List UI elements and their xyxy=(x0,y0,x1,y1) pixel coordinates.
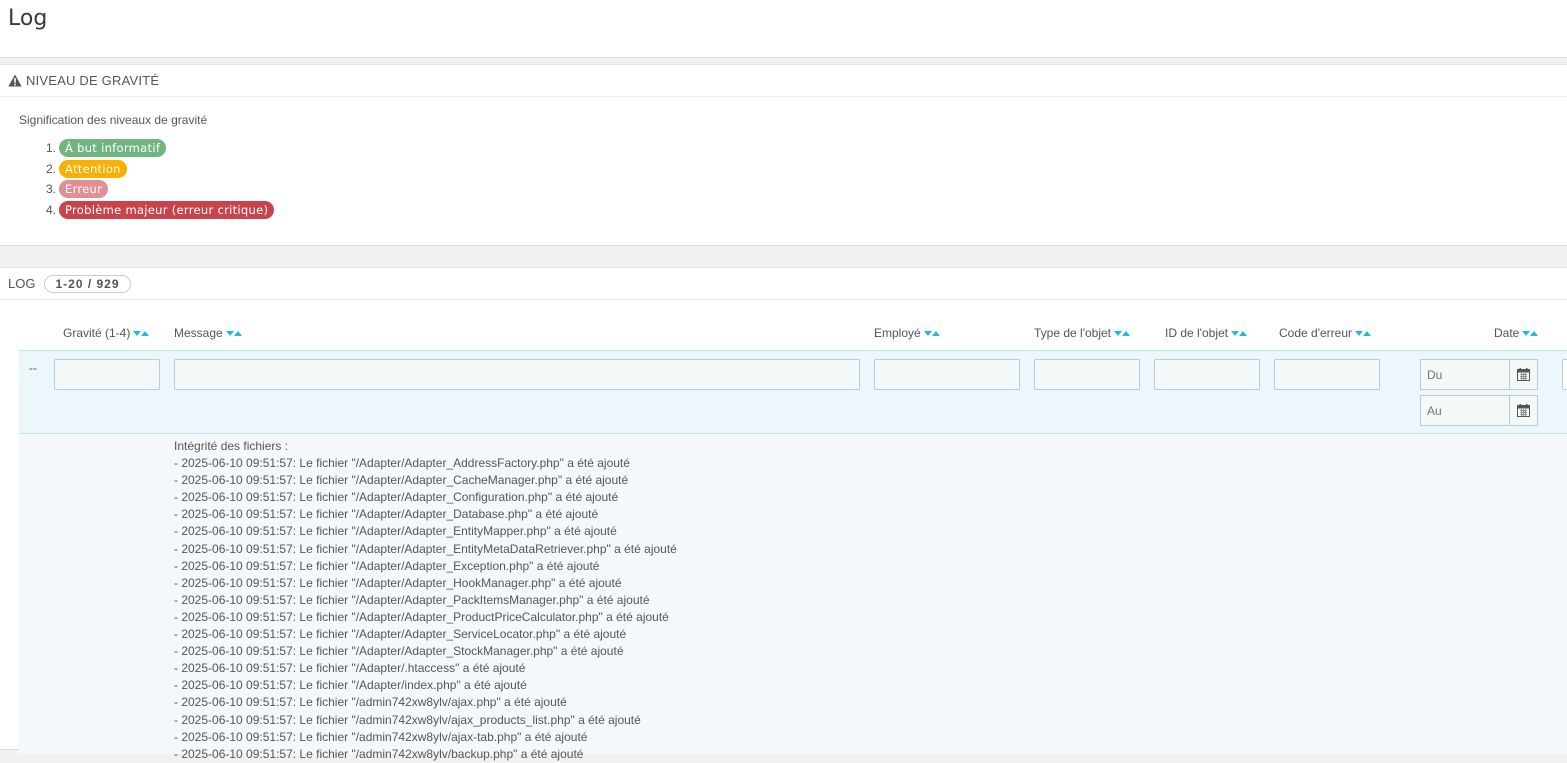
log-panel: LOG 1-20 / 929 Gravité (1-4) Message Emp… xyxy=(0,267,1567,761)
message-line: - 2025-06-10 09:51:57: Le fichier "/Adap… xyxy=(174,541,677,556)
date-from-field xyxy=(1420,359,1538,390)
column-header-object-id[interactable]: ID de l'objet xyxy=(1165,326,1247,340)
column-label: Date xyxy=(1494,326,1520,340)
column-header-object-type[interactable]: Type de l'objet xyxy=(1034,326,1131,340)
filter-object-id-input[interactable] xyxy=(1154,359,1260,390)
column-label: Gravité (1-4) xyxy=(63,326,131,340)
sort-arrows-icon[interactable] xyxy=(225,330,242,336)
column-label: Type de l'objet xyxy=(1034,326,1112,340)
filter-row: -- xyxy=(19,350,1567,434)
severity-level-3: 3. Erreur xyxy=(46,179,274,200)
severity-panel-title: NIVEAU DE GRAVITÉ xyxy=(26,73,160,88)
level-number: 1. xyxy=(46,141,57,156)
column-header-employee[interactable]: Employé xyxy=(874,326,940,340)
column-label: ID de l'objet xyxy=(1165,326,1228,340)
message-line: - 2025-06-10 09:51:57: Le fichier "/Adap… xyxy=(174,507,599,522)
column-header-error-code[interactable]: Code d'erreur xyxy=(1279,326,1371,340)
sort-arrows-icon[interactable] xyxy=(133,330,150,336)
column-label: Employé xyxy=(874,326,921,340)
message-line: - 2025-06-10 09:51:57: Le fichier "/admi… xyxy=(174,695,567,710)
sort-arrows-icon[interactable] xyxy=(1114,330,1131,336)
message-line: - 2025-06-10 09:51:57: Le fichier "/admi… xyxy=(174,729,588,744)
message-line: Intégrité des fichiers : xyxy=(174,439,289,453)
message-line: - 2025-06-10 09:51:57: Le fichier "/Adap… xyxy=(174,558,600,573)
message-line: - 2025-06-10 09:51:57: Le fichier "/admi… xyxy=(174,712,641,727)
message-line: - 2025-06-10 09:51:57: Le fichier "/Adap… xyxy=(174,644,624,659)
severity-badge-error: Erreur xyxy=(59,180,109,199)
severity-panel-heading: NIVEAU DE GRAVITÉ xyxy=(0,65,1567,97)
date-from-input[interactable] xyxy=(1420,359,1509,390)
level-number: 2. xyxy=(46,161,57,176)
table-row[interactable]: Intégrité des fichiers : - 2025-06-10 09… xyxy=(19,434,1567,761)
message-line: - 2025-06-10 09:51:57: Le fichier "/Adap… xyxy=(174,473,629,488)
filter-message-input[interactable] xyxy=(174,359,860,390)
calendar-icon[interactable] xyxy=(1509,395,1538,426)
column-header-severity[interactable]: Gravité (1-4) xyxy=(63,326,150,340)
sort-arrows-icon[interactable] xyxy=(1355,330,1371,336)
severity-intro: Signification des niveaux de gravité xyxy=(19,113,208,127)
sort-arrows-icon[interactable] xyxy=(1522,330,1539,336)
log-message-cell: Intégrité des fichiers : - 2025-06-10 09… xyxy=(174,438,677,763)
severity-badge-critical: Problème majeur (erreur critique) xyxy=(59,200,275,219)
filter-error-code-input[interactable] xyxy=(1274,359,1380,390)
filter-severity-input[interactable] xyxy=(54,359,160,390)
message-line: - 2025-06-10 09:51:57: Le fichier "/Adap… xyxy=(174,456,630,471)
message-line: - 2025-06-10 09:51:57: Le fichier "/Adap… xyxy=(174,678,527,693)
message-line: - 2025-06-10 09:51:57: Le fichier "/admi… xyxy=(174,746,584,761)
page-title: Log xyxy=(8,6,48,31)
severity-levels-list: 1. À but informatif 2. Attention 3. Erre… xyxy=(46,138,275,221)
message-line: - 2025-06-10 09:51:57: Le fichier "/Adap… xyxy=(174,627,627,642)
message-line: - 2025-06-10 09:51:57: Le fichier "/Adap… xyxy=(174,575,622,590)
severity-level-1: 1. À but informatif xyxy=(46,138,274,159)
message-line: - 2025-06-10 09:51:57: Le fichier "/Adap… xyxy=(174,490,619,505)
filter-object-type-input[interactable] xyxy=(1034,359,1140,390)
message-line: - 2025-06-10 09:51:57: Le fichier "/Adap… xyxy=(174,524,617,539)
message-line: - 2025-06-10 09:51:57: Le fichier "/Adap… xyxy=(174,661,526,676)
bulk-select-placeholder: -- xyxy=(29,361,37,375)
log-panel-title: LOG xyxy=(8,276,36,291)
log-count-badge: 1-20 / 929 xyxy=(44,274,131,293)
column-label: Code d'erreur xyxy=(1279,326,1352,340)
column-header-message[interactable]: Message xyxy=(174,326,242,340)
message-line: - 2025-06-10 09:51:57: Le fichier "/Adap… xyxy=(174,609,669,624)
column-header-date[interactable]: Date xyxy=(1494,326,1539,340)
sort-arrows-icon[interactable] xyxy=(1231,330,1247,336)
log-panel-heading: LOG 1-20 / 929 xyxy=(0,268,1567,300)
date-to-field xyxy=(1420,395,1538,426)
severity-level-2: 2. Attention xyxy=(46,159,274,180)
severity-badge-warning: Attention xyxy=(59,159,127,178)
level-number: 4. xyxy=(46,202,57,217)
severity-badge-info: À but informatif xyxy=(59,139,167,158)
severity-panel: NIVEAU DE GRAVITÉ Signification des nive… xyxy=(0,64,1567,246)
sort-arrows-icon[interactable] xyxy=(923,330,940,336)
filter-search-button[interactable] xyxy=(1562,359,1567,390)
column-label: Message xyxy=(174,326,223,340)
calendar-icon[interactable] xyxy=(1509,359,1538,390)
filter-employee-input[interactable] xyxy=(874,359,1020,390)
page-header: Log xyxy=(0,0,1567,58)
warning-triangle-icon xyxy=(8,74,22,87)
level-number: 3. xyxy=(46,182,57,197)
severity-level-4: 4. Problème majeur (erreur critique) xyxy=(46,200,275,221)
message-line: - 2025-06-10 09:51:57: Le fichier "/Adap… xyxy=(174,592,650,607)
date-to-input[interactable] xyxy=(1420,395,1509,426)
